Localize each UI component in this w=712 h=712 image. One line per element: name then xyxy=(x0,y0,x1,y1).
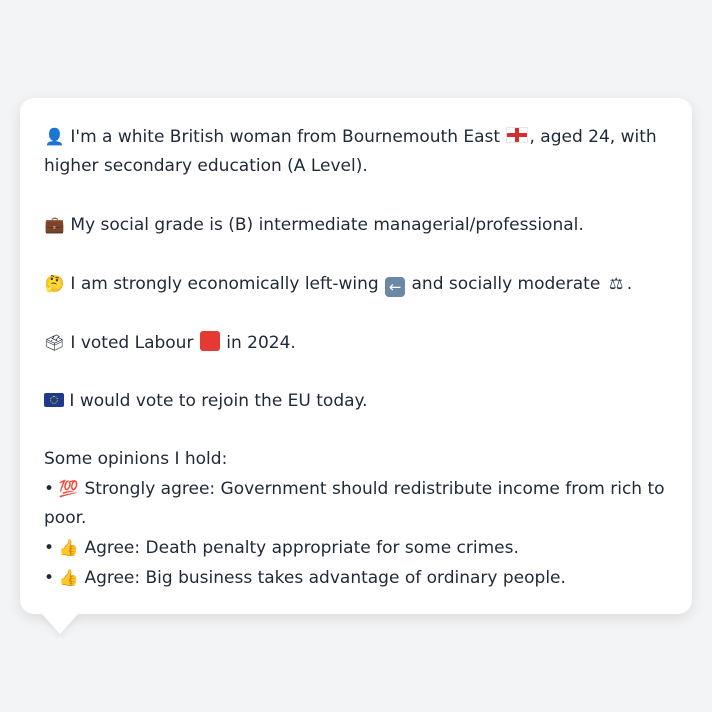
england-flag-icon xyxy=(506,127,529,143)
vote-line: 🗳 I voted Labour in 2024. xyxy=(44,328,668,358)
eu-flag-icon xyxy=(44,393,64,407)
balance-scale-icon: ⚖ xyxy=(609,274,624,293)
political-line: 🤔 I am strongly economically left-wing ←… xyxy=(44,269,668,299)
vote-text-start: I voted Labour xyxy=(70,333,194,353)
identity-line: 👤 I'm a white British woman from Bournem… xyxy=(44,122,668,181)
ballot-box-icon: 🗳 xyxy=(44,333,65,352)
opinion-text: Agree: Big business takes advantage of o… xyxy=(84,568,566,588)
opinion-item: • 👍 Agree: Big business takes advantage o… xyxy=(44,563,668,593)
bullet: • xyxy=(44,568,55,588)
social-grade-text: My social grade is (B) intermediate mana… xyxy=(70,215,584,235)
opinions-heading: Some opinions I hold: xyxy=(44,449,228,469)
persona-message-bubble: 👤 I'm a white British woman from Bournem… xyxy=(20,98,692,614)
social-grade-line: 💼 My social grade is (B) intermediate ma… xyxy=(44,210,668,240)
thumbs-up-icon: 👍 xyxy=(58,538,79,557)
red-square-icon xyxy=(199,331,220,351)
opinion-text: Agree: Death penalty appropriate for som… xyxy=(84,538,519,558)
identity-text-start: I'm a white British woman from Bournemou… xyxy=(70,127,501,147)
thumbs-up-icon: 👍 xyxy=(58,568,79,587)
eu-line: I would vote to rejoin the EU today. xyxy=(44,387,668,416)
vote-text-end: in 2024. xyxy=(226,333,296,353)
opinion-text: Strongly agree: Government should redist… xyxy=(44,479,665,528)
bubble-tail xyxy=(40,612,80,634)
bullet: • xyxy=(44,538,55,558)
eu-text: I would vote to rejoin the EU today. xyxy=(69,391,368,411)
person-silhouette-icon: 👤 xyxy=(44,127,65,146)
briefcase-icon: 💼 xyxy=(44,215,65,234)
left-arrow-icon: ← xyxy=(385,277,406,297)
opinion-item: • 👍 Agree: Death penalty appropriate for … xyxy=(44,533,668,563)
bullet: • xyxy=(44,479,55,499)
hundred-points-icon: 💯 xyxy=(58,479,79,498)
opinion-item: • 💯 Strongly agree: Government should red… xyxy=(44,474,668,533)
thinking-face-icon: 🤔 xyxy=(44,274,65,293)
political-text-end: and socially moderate xyxy=(411,274,601,294)
political-text-start: I am strongly economically left-wing xyxy=(70,274,379,294)
